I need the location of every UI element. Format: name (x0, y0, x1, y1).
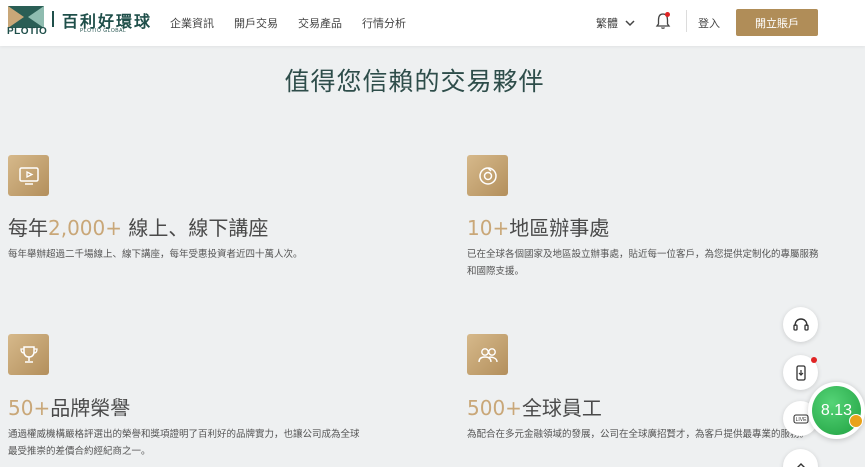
brand-name-en: PLOTIO GLOBAL (80, 28, 127, 34)
play-icon (8, 155, 49, 196)
nav-item-company[interactable]: 企業資訊 (170, 15, 214, 31)
globe-icon (467, 155, 508, 196)
feature-prefix: 每年 (8, 216, 48, 240)
phone-download-icon (795, 364, 806, 381)
nav-item-analysis[interactable]: 行情分析 (362, 15, 406, 31)
open-account-button[interactable]: 開立賬戶 (736, 9, 818, 36)
score-badge-icon (849, 414, 863, 428)
live-icon: LIVE (792, 413, 809, 424)
trophy-icon (8, 334, 49, 375)
feature-suffix: 線上、線下講座 (122, 216, 269, 240)
language-label: 繁體 (596, 17, 618, 30)
main-nav: 企業資訊 開戶交易 交易產品 行情分析 (170, 15, 406, 31)
logo-divider (52, 11, 54, 27)
logo-text: PLOTIO (7, 26, 48, 37)
feature-suffix: 全球員工 (521, 396, 602, 420)
chevron-down-icon (625, 20, 635, 27)
live-label: LIVE (795, 417, 807, 423)
scroll-top-button[interactable] (783, 449, 818, 467)
nav-item-account[interactable]: 開戶交易 (234, 15, 278, 31)
feature-title: 50+品牌榮譽 (8, 392, 130, 421)
feature-number: 50+ (8, 396, 51, 420)
feature-title: 10+地區辦事處 (467, 212, 609, 241)
chevron-up-icon (796, 462, 805, 467)
site-header: PLOTIO 百利好環球 PLOTIO GLOBAL 企業資訊 開戶交易 交易產… (0, 0, 865, 46)
notification-dot (665, 12, 670, 17)
notification-dot (811, 357, 817, 363)
feature-suffix: 地區辦事處 (509, 216, 610, 240)
feature-description: 已在全球各個國家及地區設立辦事處，貼近每一位客戶，為您提供定制化的專屬服務和國際… (467, 249, 819, 277)
feature-title: 每年2,000+ 線上、線下講座 (8, 212, 268, 241)
login-link[interactable]: 登入 (698, 15, 720, 31)
feature-number: 2,000+ (48, 216, 123, 240)
feature-description: 通過權威機構嚴格評選出的榮譽和獎項證明了百利好的品牌實力，也讓公司成為全球最受推… (8, 429, 360, 457)
feature-number: 10+ (467, 216, 510, 240)
feature-description: 為配合在多元金融領域的發展，公司在全球廣招賢才，為客戶提供最專業的服務。 (467, 429, 810, 440)
feature-number: 500+ (467, 396, 522, 420)
support-button[interactable] (783, 307, 818, 342)
nav-item-products[interactable]: 交易產品 (298, 15, 342, 31)
section-title: 值得您信賴的交易夥伴 (284, 67, 545, 96)
headset-icon (792, 317, 809, 331)
header-divider (686, 10, 687, 32)
feature-description: 每年舉辦超過二千場線上、線下講座，每年受惠投資者近四十萬人次。 (8, 249, 303, 260)
feature-suffix: 品牌榮譽 (50, 396, 131, 420)
logo-mark-icon[interactable] (8, 6, 44, 28)
feature-title: 500+全球員工 (467, 392, 602, 421)
score-widget[interactable]: 8.13 (808, 382, 865, 439)
users-icon (467, 334, 508, 375)
language-selector[interactable]: 繁體 (596, 15, 636, 31)
